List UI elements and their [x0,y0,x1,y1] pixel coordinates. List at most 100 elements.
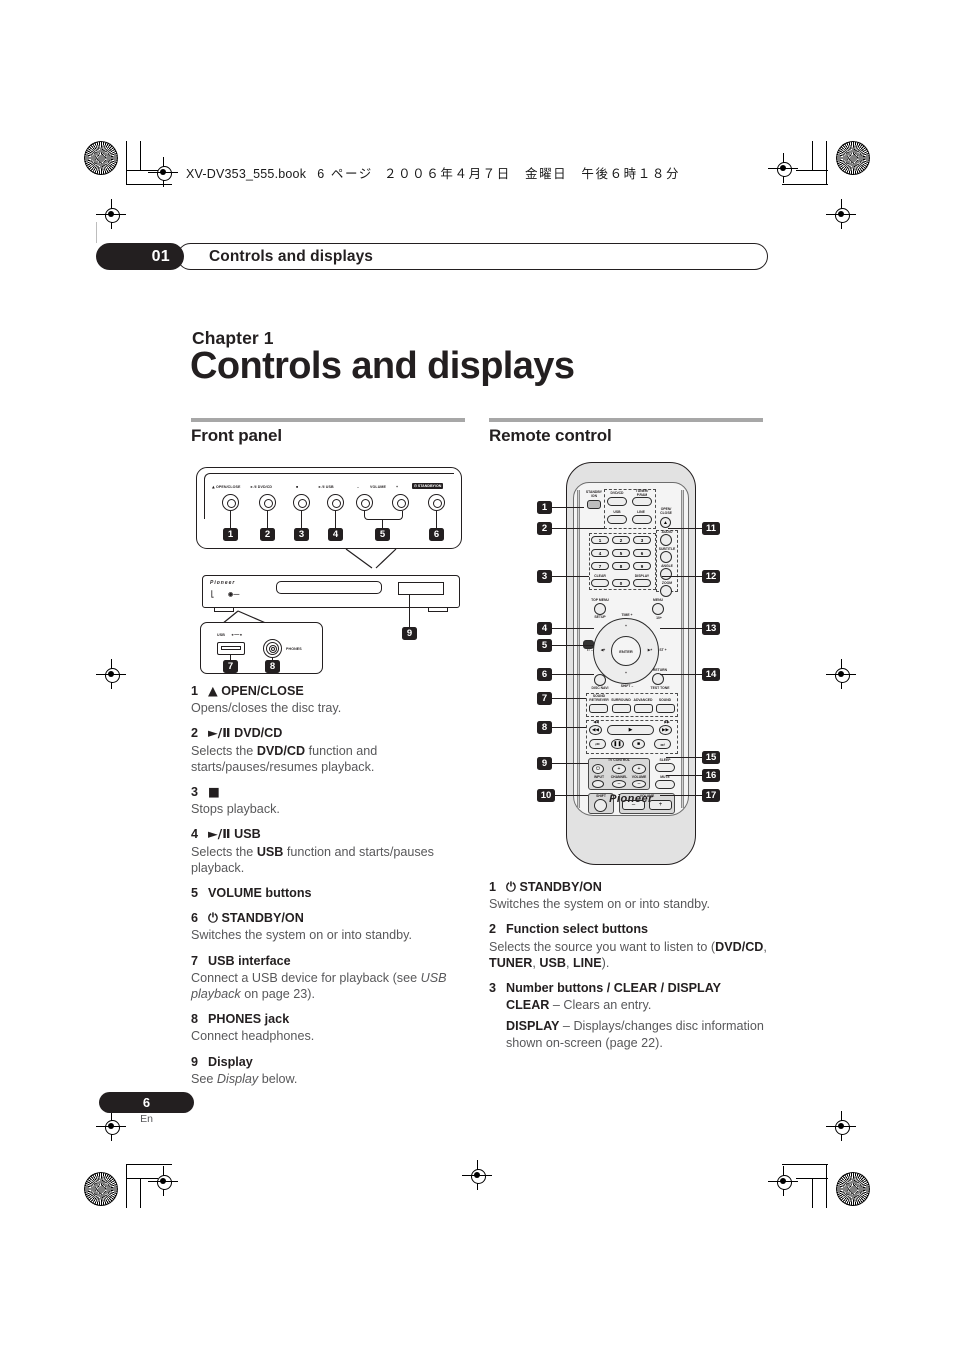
rc-number-9[interactable]: 9 [633,562,651,570]
fp-button-standby-on[interactable] [428,494,445,511]
crop-mark-bl-v [126,1164,128,1208]
crop-mark-tl-v [126,141,128,185]
rc-button-advanced[interactable] [634,704,653,713]
rc-label-menu: MENU [653,598,663,602]
fp-button-volume-plus[interactable] [392,494,409,511]
section-front-panel: Front panel [191,418,471,460]
rc-button-surround[interactable] [612,704,631,713]
rc-button-subtitle[interactable] [660,551,672,563]
fp-pioneer-logo: Pioneer [210,580,236,586]
rc-side-rail-right [681,490,684,808]
rc-button-tv-power[interactable]: ⏻ [592,764,604,774]
fp-usb-port[interactable] [217,642,245,655]
rc-callout-5: 5 [537,639,552,652]
rc-callout-8: 8 [537,721,552,734]
rc-button-scan-reverse[interactable]: ◀◀ [589,725,602,735]
rosette-mark-bottom-right [836,1172,870,1206]
fp-button-open-close[interactable] [222,494,239,511]
rc-button-play[interactable]: ▶ [607,725,654,735]
rc-button-tuner[interactable] [632,497,652,506]
rc-button-prev-track[interactable]: ⏮ [589,739,606,749]
rc-button-display[interactable] [633,579,651,587]
rc-callout-7: 7 [537,692,552,705]
rc-button-tv-channel-down[interactable]: – [612,780,626,788]
rc-button-tv-input[interactable] [592,780,604,788]
rc-number-3[interactable]: 3 [633,536,651,544]
rc-number-4[interactable]: 4 [591,549,609,557]
rc-callout-2: 2 [537,522,552,535]
rc-label-sleep: SLEEP [659,758,671,762]
fp-callout-8: 8 [265,660,280,673]
fp-item-7-head: 7 USB interface [191,953,291,968]
book-filename: XV-DV353_555.book [186,167,307,181]
fp-item-8-head: 8 PHONES jack [191,1012,290,1027]
fp-label-volume-plus: + [396,485,399,489]
rc-button-audio[interactable] [660,534,672,546]
list-item: 3 ■ Stops playback. [191,784,471,817]
crop-mark-tl-v2 [140,141,142,171]
rc-number-2[interactable]: 2 [612,536,630,544]
registration-mark-bottom-right [768,1166,798,1196]
registration-mark-top-right [768,153,798,183]
rc-number-7[interactable]: 7 [591,562,609,570]
fp-phones-jack[interactable] [263,639,282,658]
fp-detail-usb-symbol: ∘―∘ [231,632,243,638]
rc-item-2-body: Selects the source you want to listen to… [489,939,767,970]
rc-button-usb[interactable] [607,515,627,524]
rc-button-top-menu-setup[interactable] [594,603,606,615]
rc-button-disc-navi[interactable] [594,674,606,686]
rc-button-line[interactable] [632,515,652,524]
running-head-chapter-number: 01 [96,243,184,270]
rc-button-scan-forward[interactable]: ▶▶ [659,725,672,735]
rc-number-8[interactable]: 8 [612,562,630,570]
rc-button-tv-volume-down[interactable]: – [632,780,646,788]
fp-item-2-head: 2 ►/Ⅱ DVD/CD [191,725,283,741]
rc-button-pause[interactable]: ❚❚ [611,739,624,749]
rc-item-1-body: Switches the system on or into standby. [489,897,710,912]
fp-label-stop: ■ [296,485,299,489]
rc-side-rail-left [577,490,580,808]
rc-number-6[interactable]: 6 [633,549,651,557]
rc-button-sound-retriever[interactable] [589,704,608,713]
rc-number-5[interactable]: 5 [612,549,630,557]
rc-button-dvdcd[interactable] [607,497,627,506]
fp-phones-icon: ◉— [228,592,240,598]
rc-label-sound: SOUND [658,698,672,702]
rc-number-0[interactable]: 0 [612,579,630,587]
rc-label-return: RETURN [652,668,668,672]
rc-label-top-menu: TOP MENU [591,598,609,602]
fp-leader-5-brace [364,511,403,520]
rc-button-zoom[interactable] [660,585,672,597]
rc-dpad-right-plus: ▶+ [647,648,653,652]
fp-button-volume-minus[interactable] [356,494,373,511]
rc-number-1[interactable]: 1 [591,536,609,544]
fp-button-stop[interactable] [293,494,310,511]
rc-button-stop[interactable]: ■ [632,739,645,749]
list-item: 1 ⏻ STANDBY/ON Switches the system on or … [489,879,779,912]
rc-button-standby[interactable] [587,500,601,509]
rc-button-menu[interactable] [652,603,664,615]
rc-button-tv-channel-up[interactable]: + [612,764,626,774]
rosette-mark-bottom-left [84,1172,118,1206]
fp-leader-1 [230,511,232,528]
rc-label-standby: STANDBY/ON [585,490,603,498]
rc-button-angle[interactable] [660,568,672,580]
book-header-line: XV-DV353_555.book 6 ページ ２００６年４月７日 金曜日 午後… [186,163,680,182]
fp-button-dvdcd[interactable] [259,494,276,511]
fp-button-usb[interactable] [327,494,344,511]
rc-button-clear[interactable] [591,579,609,587]
rc-button-open-close[interactable]: ▲ [660,517,671,528]
rc-button-next-track[interactable]: ⏭ [654,739,671,749]
rc-item-1-head: 1 ⏻ STANDBY/ON [489,879,602,894]
rc-button-mute[interactable] [655,780,675,789]
rc-callout-14: 14 [702,668,720,681]
rc-button-tv-volume-up[interactable]: + [632,764,646,774]
rc-button-enter[interactable]: ENTER [611,636,641,666]
manual-page: XV-DV353_555.book 6 ページ ２００６年４月７日 金曜日 午後… [0,0,954,1351]
section-remote-control: Remote control [489,418,769,460]
rc-button-sleep[interactable] [655,763,675,772]
fp-label-standby-on: ⏻ STANDBY/ON [412,483,444,489]
crop-mark-br-v2 [812,1178,814,1208]
rc-button-sound[interactable] [656,704,675,713]
fp-display-window [398,582,444,595]
